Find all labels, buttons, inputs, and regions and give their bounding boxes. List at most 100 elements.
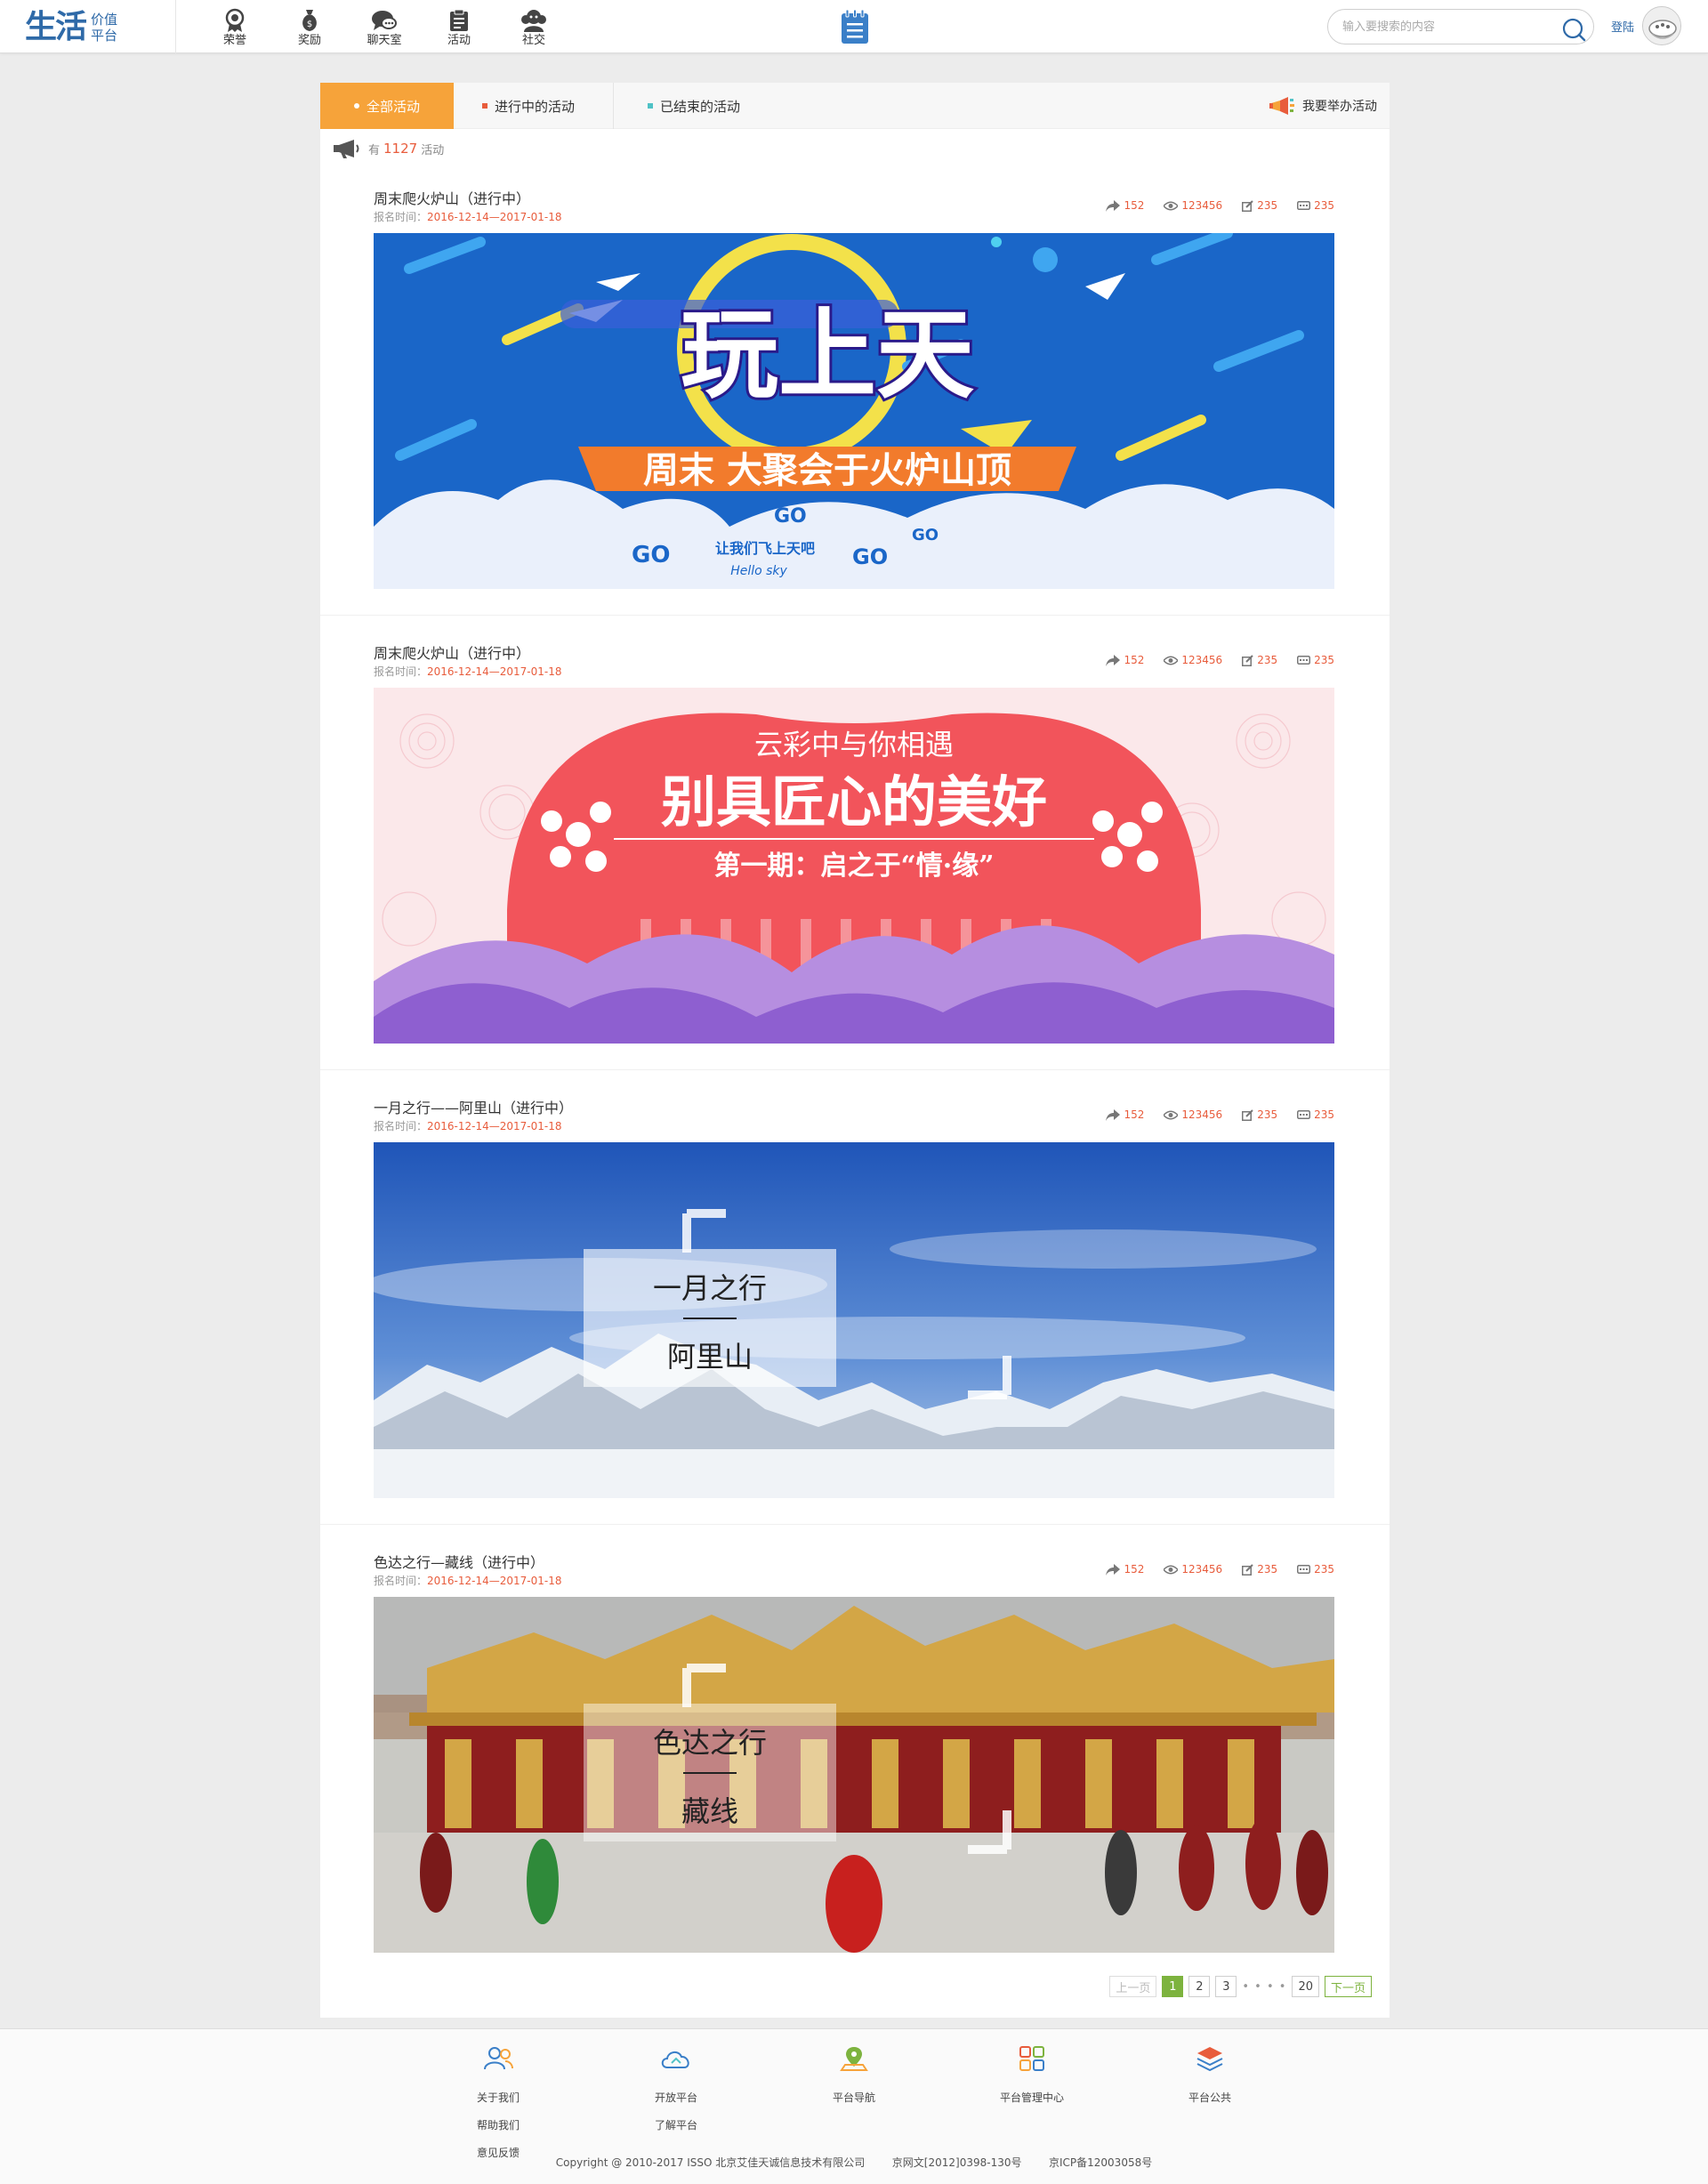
share-count[interactable]: 152 <box>1106 1563 1144 1576</box>
activity-banner[interactable]: 一月之行 阿里山 <box>374 1142 1334 1498</box>
activity-title[interactable]: 周末爬火炉山（进行中） <box>374 187 530 208</box>
activity-signup-time: 报名时间：2016-12-14—2017-01-18 <box>374 664 562 679</box>
tab-all-activities[interactable]: 全部活动 <box>320 83 454 129</box>
nav-label-activity: 活动 <box>447 34 471 47</box>
login-link[interactable]: 登陆 <box>1611 18 1634 35</box>
tab-ended-activities[interactable]: 已结束的活动 <box>614 83 783 129</box>
banner-title: 玩上天 <box>681 298 974 412</box>
signup-label: 报名时间： <box>374 211 428 223</box>
nav-item-reward[interactable]: $ 奖励 <box>272 7 347 47</box>
card-divider <box>320 1069 1390 1070</box>
activity-banner[interactable]: 色达之行 藏线 <box>374 1597 1334 1953</box>
chat-icon <box>371 7 398 34</box>
comment-value: 235 <box>1314 199 1334 212</box>
activity-title[interactable]: 一月之行——阿里山（进行中） <box>374 1096 573 1117</box>
nav-label-chatroom: 聊天室 <box>367 34 402 47</box>
page-ellipsis: • • • • <box>1242 1979 1287 1994</box>
money-bag-icon: $ <box>296 7 323 34</box>
edit-count[interactable]: 235 <box>1242 654 1277 666</box>
banner-line-1: 色达之行 <box>653 1726 767 1760</box>
share-count[interactable]: 152 <box>1106 654 1144 666</box>
nav-item-activity[interactable]: 活动 <box>422 7 496 47</box>
banner-slogan: 让我们飞上天吧 <box>715 540 815 557</box>
page-button[interactable]: 2 <box>1188 1976 1211 1997</box>
activity-banner[interactable]: 云彩中与你相遇 别具匠心的美好 第一期：启之于“情·缘” <box>374 688 1334 1044</box>
edit-count[interactable]: 235 <box>1242 1563 1277 1576</box>
eye-icon <box>1164 1110 1179 1119</box>
signup-dates: 2016-12-14—2017-01-18 <box>427 1120 562 1132</box>
banner-line-2: 阿里山 <box>667 1340 753 1374</box>
footer-column-navigation: 平台导航 <box>792 2042 916 2112</box>
host-activity-button[interactable]: 我要举办活动 <box>1269 95 1377 117</box>
view-count: 123456 <box>1164 1108 1222 1121</box>
count-number: 1127 <box>383 141 418 157</box>
signup-label: 报名时间： <box>374 1120 428 1132</box>
page-button[interactable]: 3 <box>1215 1976 1237 1997</box>
banner-subtitle: 周末 大聚会于火炉山顶 <box>643 450 1011 491</box>
activity-signup-time: 报名时间：2016-12-14—2017-01-18 <box>374 1573 562 1588</box>
activity-card[interactable]: 周末爬火炉山（进行中） 报名时间：2016-12-14—2017-01-18 1… <box>374 641 1334 1044</box>
nav-item-social[interactable]: 社交 <box>496 7 571 47</box>
megaphone-icon <box>333 139 361 158</box>
page-button[interactable]: 1 <box>1162 1976 1184 1997</box>
share-icon <box>1106 654 1121 666</box>
footer-link-public[interactable]: 平台公共 <box>1188 2084 1231 2112</box>
activity-title[interactable]: 周末爬火炉山（进行中） <box>374 641 530 663</box>
site-logo[interactable]: 生活 价值 平台 <box>25 7 117 48</box>
footer-link-navigation[interactable]: 平台导航 <box>833 2084 875 2112</box>
share-icon <box>1106 199 1121 212</box>
activity-title[interactable]: 色达之行—藏线（进行中） <box>374 1551 544 1572</box>
nav-item-chatroom[interactable]: 聊天室 <box>347 7 422 47</box>
footer-link-open-platform[interactable]: 开放平台 <box>655 2084 697 2112</box>
footer-link-about[interactable]: 关于我们 <box>477 2084 520 2112</box>
avatar-image <box>1643 7 1680 44</box>
search-input[interactable] <box>1342 18 1547 36</box>
footer-link-admin-center[interactable]: 平台管理中心 <box>1000 2084 1064 2112</box>
edit-icon <box>1242 199 1253 212</box>
activity-card[interactable]: 一月之行——阿里山（进行中） 报名时间：2016-12-14—2017-01-1… <box>374 1096 1334 1498</box>
activity-card[interactable]: 周末爬火炉山（进行中） 报名时间：2016-12-14—2017-01-18 1… <box>374 187 1334 589</box>
comment-value: 235 <box>1314 1563 1334 1576</box>
share-count[interactable]: 152 <box>1106 199 1144 212</box>
page-button[interactable]: 20 <box>1292 1976 1319 1997</box>
top-header: 生活 价值 平台 荣誉 $ 奖励 聊天室 活动 社交 输入要搜索的内容 登陆 <box>0 0 1708 53</box>
nav-item-honor[interactable]: 荣誉 <box>197 7 272 47</box>
prev-page-button[interactable]: 上一页 <box>1109 1976 1157 1997</box>
view-count: 123456 <box>1164 654 1222 666</box>
view-count: 123456 <box>1164 199 1222 212</box>
signup-dates: 2016-12-14—2017-01-18 <box>427 1575 562 1587</box>
share-value: 152 <box>1124 1563 1145 1576</box>
tab-all-label: 全部活动 <box>367 98 421 115</box>
avatar[interactable] <box>1642 6 1681 45</box>
tab-ended-label: 已结束的活动 <box>660 98 741 115</box>
tab-ongoing-label: 进行中的活动 <box>495 98 576 115</box>
edit-count[interactable]: 235 <box>1242 1108 1277 1121</box>
banner-photo: 一月之行 阿里山 <box>374 1142 1334 1498</box>
comment-count[interactable]: 235 <box>1297 654 1334 666</box>
footer-link-learn-platform[interactable]: 了解平台 <box>655 2112 697 2140</box>
comment-count[interactable]: 235 <box>1297 1563 1334 1576</box>
activity-banner[interactable]: 玩上天 周末 大聚会于火炉山顶 GO GO GO GO 让我们飞上天吧 Hell… <box>374 233 1334 589</box>
tab-ongoing-activities[interactable]: 进行中的活动 <box>454 83 614 129</box>
notepad-icon[interactable] <box>840 9 870 44</box>
count-prefix: 有 <box>368 143 381 157</box>
pagination: 上一页 1 2 3 • • • • 20 下一页 <box>1104 1976 1372 1997</box>
layers-icon <box>1193 2042 1227 2075</box>
search-icon[interactable] <box>1561 17 1586 42</box>
logo-sub-text: 价值 平台 <box>91 12 117 44</box>
banner-line-1: 一月之行 <box>653 1271 767 1305</box>
card-divider <box>320 615 1390 616</box>
activity-signup-time: 报名时间：2016-12-14—2017-01-18 <box>374 1118 562 1133</box>
share-value: 152 <box>1124 654 1145 666</box>
edit-icon <box>1242 1563 1253 1576</box>
activity-card[interactable]: 色达之行—藏线（进行中） 报名时间：2016-12-14—2017-01-18 … <box>374 1551 1334 1953</box>
share-count[interactable]: 152 <box>1106 1108 1144 1121</box>
next-page-button[interactable]: 下一页 <box>1324 1976 1372 1997</box>
clipboard-icon <box>446 7 472 34</box>
count-suffix: 活动 <box>421 143 445 157</box>
footer-link-help[interactable]: 帮助我们 <box>477 2112 520 2140</box>
comment-count[interactable]: 235 <box>1297 1108 1334 1121</box>
edit-count[interactable]: 235 <box>1242 199 1277 212</box>
comment-count[interactable]: 235 <box>1297 199 1334 212</box>
card-divider <box>320 1524 1390 1525</box>
